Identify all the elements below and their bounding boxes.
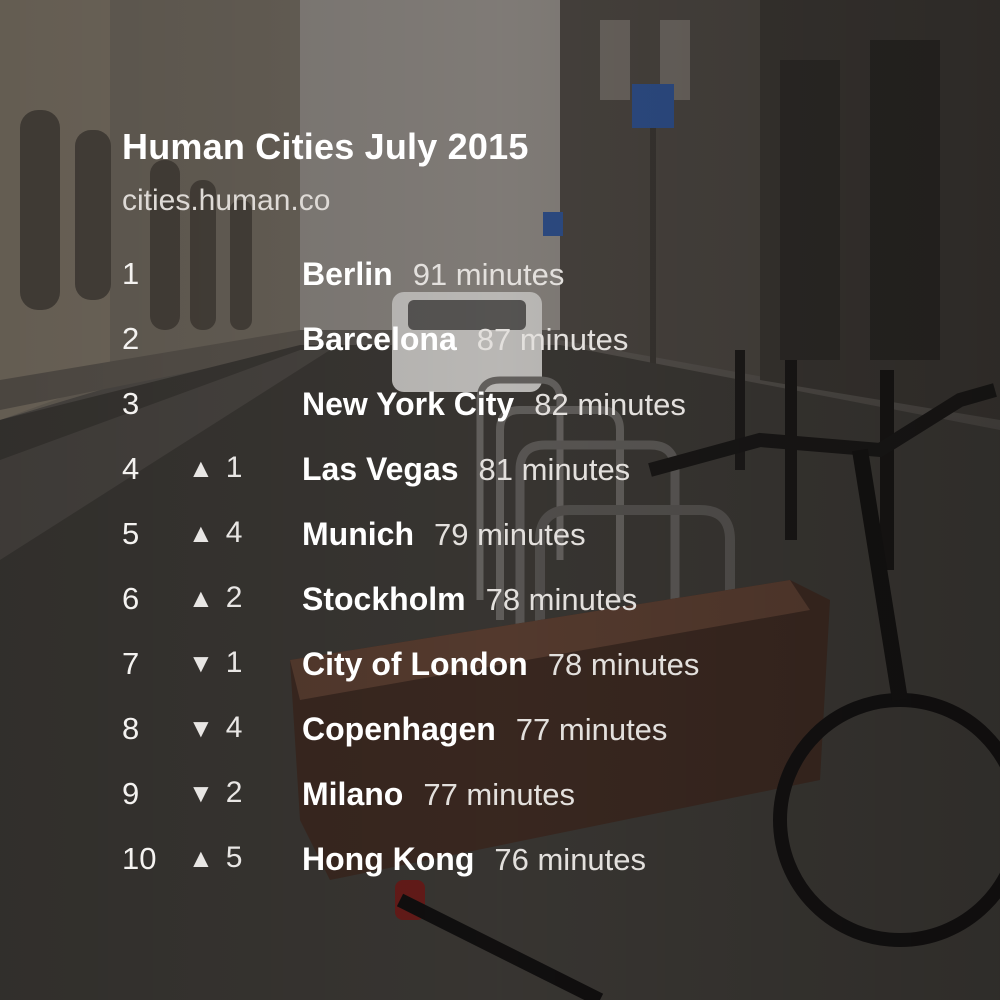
rank-number: 8 [122,711,140,746]
city-name: Barcelona [302,321,457,357]
rank-change-value: 2 [225,581,243,614]
rank-change: ▼ 2 [188,776,242,810]
rank-number: 7 [122,646,140,681]
site-url: cities.human.co [122,184,331,217]
minutes-value: 77 minutes [423,777,575,812]
minutes-value: 82 minutes [534,387,686,422]
city-entry: Barcelona 87 minutes [302,321,628,358]
city-entry: Munich 79 minutes [302,516,586,553]
minutes-value: 79 minutes [433,517,586,552]
rank-number: 6 [122,581,140,616]
arrow-up-icon: ▲ [188,843,214,873]
city-ranking-card: Human Cities July 2015 cities.human.co 1… [0,0,1000,1000]
ranking-row: 8 ▼ 4 Copenhagen 77 minutes [122,711,982,755]
city-entry: Milano 77 minutes [302,776,575,813]
minutes-value: 78 minutes [485,582,638,617]
city-entry: City of London 78 minutes [302,646,699,683]
arrow-down-icon: ▼ [188,778,214,808]
arrow-down-icon: ▼ [188,713,214,743]
city-entry: Hong Kong 76 minutes [302,841,646,878]
city-name: City of London [302,646,528,682]
city-name: Stockholm [302,581,466,617]
minutes-value: 77 minutes [515,712,668,747]
rank-change-value: 1 [225,451,243,484]
city-name: Milano [302,776,404,812]
minutes-value: 81 minutes [478,452,631,487]
ranking-row: 7 ▼ 1 City of London 78 minutes [122,646,982,690]
ranking-row: 4 ▲ 1 Las Vegas 81 minutes [122,451,982,495]
rank-number: 5 [122,516,140,551]
rank-change: ▲ 1 [188,451,242,485]
ranking-row: 9 ▼ 2 Milano 77 minutes [122,776,982,820]
rank-change-value: 5 [225,841,243,874]
arrow-down-icon: ▼ [188,648,214,678]
rank-change-value: 4 [225,711,243,744]
city-entry: Stockholm 78 minutes [302,581,637,618]
city-entry: Las Vegas 81 minutes [302,451,630,488]
city-entry: New York City 82 minutes [302,386,686,423]
rank-change [188,321,200,355]
city-name: New York City [302,386,515,422]
rank-change-value: 1 [225,646,243,679]
city-entry: Berlin 91 minutes [302,256,564,293]
city-name: Hong Kong [302,841,475,877]
minutes-value: 78 minutes [547,647,700,682]
rank-change [188,386,200,420]
rank-change: ▲ 4 [188,516,242,550]
city-name: Copenhagen [302,711,496,747]
city-name: Munich [302,516,414,552]
page-title: Human Cities July 2015 [122,126,529,167]
minutes-value: 91 minutes [412,257,565,292]
ranking-overlay: Human Cities July 2015 cities.human.co 1… [122,0,982,1000]
rank-change-value: 4 [225,516,243,549]
rank-change-value: 2 [225,776,243,809]
rank-number: 3 [122,386,140,421]
minutes-value: 76 minutes [494,842,647,877]
rank-number: 1 [122,256,140,291]
rank-number: 4 [122,451,140,486]
ranking-row: 3 New York City 82 minutes [122,386,982,430]
rank-change [188,256,200,290]
ranking-row: 10 ▲ 5 Hong Kong 76 minutes [122,841,982,885]
rank-number: 2 [122,321,140,356]
ranking-row: 2 Barcelona 87 minutes [122,321,982,365]
rank-number: 10 [122,841,157,876]
minutes-value: 87 minutes [476,322,629,357]
rank-change: ▼ 4 [188,711,242,745]
rank-change: ▼ 1 [188,646,242,680]
rank-number: 9 [122,776,140,811]
ranking-row: 6 ▲ 2 Stockholm 78 minutes [122,581,982,625]
rank-change: ▲ 5 [188,841,242,875]
city-name: Berlin [302,256,393,292]
arrow-up-icon: ▲ [188,453,214,483]
arrow-up-icon: ▲ [188,583,214,613]
ranking-row: 5 ▲ 4 Munich 79 minutes [122,516,982,560]
arrow-up-icon: ▲ [188,518,214,548]
city-name: Las Vegas [302,451,459,487]
rank-change: ▲ 2 [188,581,242,615]
ranking-row: 1 Berlin 91 minutes [122,256,982,300]
city-entry: Copenhagen 77 minutes [302,711,667,748]
